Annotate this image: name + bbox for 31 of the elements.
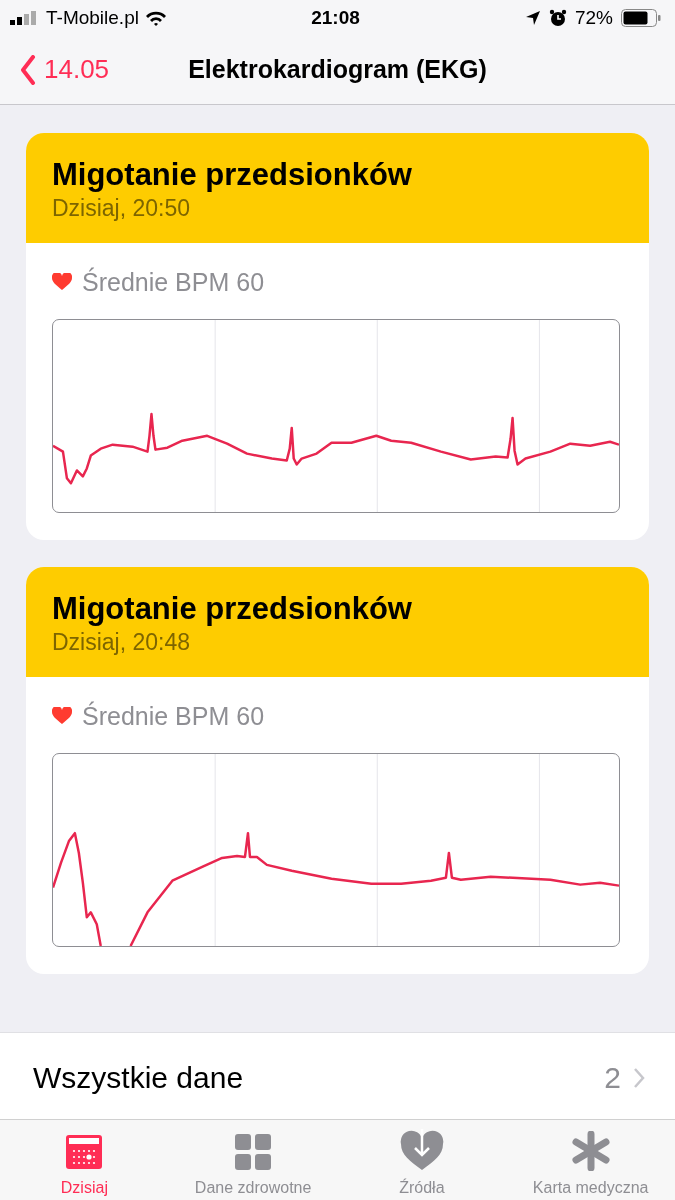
asterisk-icon — [570, 1131, 611, 1171]
row-label: Wszystkie dane — [33, 1060, 245, 1095]
carrier-name: T-Mobile.pl — [46, 6, 139, 29]
tab-item[interactable]: Karta medyczna — [506, 1120, 675, 1200]
calendar-icon — [65, 1133, 104, 1171]
average-bpm: Średnie BPM 60 — [82, 701, 265, 731]
heart-arrow-icon — [399, 1129, 444, 1171]
grid-icon — [234, 1133, 273, 1171]
ecg-card[interactable]: Migotanie przedsionków Dzisiaj, 20:48 Średnie BPM 60 — [26, 567, 649, 974]
chevron-right-icon — [633, 1066, 645, 1089]
chevron-left-icon — [20, 54, 36, 85]
row-count: 2 — [604, 1060, 621, 1095]
heart-icon — [52, 707, 72, 725]
battery-icon — [621, 8, 661, 27]
tab-item[interactable]: Dane zdrowotne — [168, 1120, 338, 1200]
location-arrow-icon — [524, 9, 541, 26]
classification-title: Migotanie przedsionków — [52, 157, 413, 193]
recording-date: Dzisiaj, 20:50 — [52, 194, 192, 223]
heart-icon — [52, 273, 72, 291]
battery-percent: 72% — [574, 6, 613, 29]
ecg-card[interactable]: Migotanie przedsionków Dzisiaj, 20:50 Średnie BPM 60 — [26, 133, 649, 540]
tab-item[interactable]: Dzisiaj — [0, 1120, 169, 1200]
wifi-icon — [144, 9, 167, 26]
screen-title: Elektrokardiogram (EKG) — [188, 55, 487, 83]
classification-title: Migotanie przedsionków — [52, 591, 413, 627]
alarm-clock-icon — [548, 8, 567, 27]
back-button[interactable]: 14.05 — [0, 53, 116, 86]
average-bpm: Średnie BPM 60 — [82, 267, 265, 297]
status-time: 21:08 — [311, 6, 360, 28]
tab-item[interactable]: Źródła — [337, 1120, 507, 1200]
recording-date: Dzisiaj, 20:48 — [52, 628, 192, 657]
